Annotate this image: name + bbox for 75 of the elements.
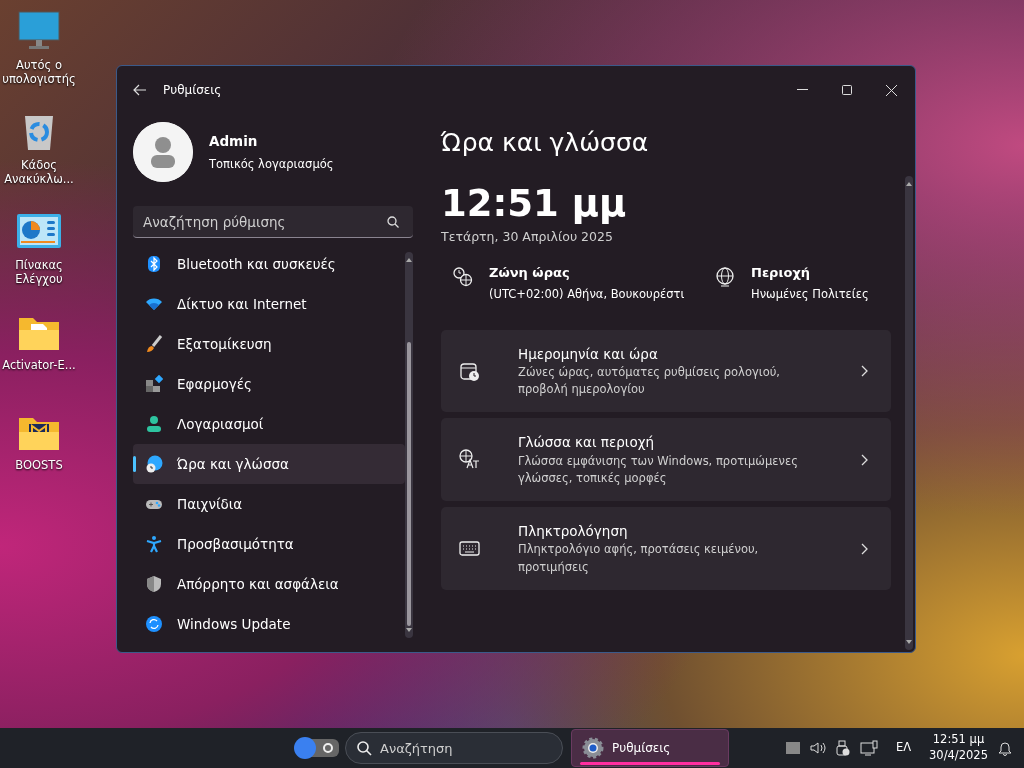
desktop-icon-label[interactable]: Κάδος Ανακύκλω...: [0, 158, 78, 187]
window-title: Ρυθμίσεις: [163, 82, 222, 99]
nav-item[interactable]: Προσβασιμότητα: [133, 524, 405, 564]
settings-card[interactable]: Ημερομηνία και ώρα Ζώνες ώρας, αυτόματες ρυθμίσεις ρολογιού, προβολή ημερολογίου: [441, 329, 891, 413]
account-type: Τοπικός λογαριασμός: [209, 155, 334, 173]
card-description: Γλώσσα εμφάνισης των Windows, προτιμώμενες γλώσσες, τοπικές μορφές: [518, 452, 799, 487]
page-title: Ώρα και γλώσσα: [441, 127, 650, 159]
clock-globe-icon: [453, 266, 473, 287]
calendar-clock-icon: [459, 360, 480, 382]
search-field[interactable]: Αναζήτηση ρύθμισης: [133, 206, 413, 238]
person-icon: [145, 415, 163, 433]
settings-card[interactable]: Γλώσσα και περιοχή Γλώσσα εμφάνισης των Windows, προτιμώμενες γλώσσες, τοπικές μορφές: [441, 418, 891, 502]
nav-item[interactable]: Windows Update: [133, 604, 405, 644]
clock-date[interactable]: 30/4/2025: [929, 748, 988, 764]
chevron-right-icon: [861, 453, 869, 466]
nav-item[interactable]: Παιχνίδια: [133, 484, 405, 524]
user-name: Admin: [209, 132, 259, 152]
nav-item[interactable]: Δίκτυο και Internet: [133, 284, 405, 324]
accessibility-icon: [145, 535, 163, 553]
nav-item[interactable]: Bluetooth και συσκευές: [133, 244, 405, 284]
paintbrush-icon: [145, 335, 163, 353]
speaker-icon[interactable]: [809, 741, 826, 755]
settings-card[interactable]: Πληκτρολόγηση Πληκτρολόγιο αφής, προτάσεις κειμένου, προτιμήσεις: [441, 507, 891, 590]
current-date: Τετάρτη, 30 Απριλίου 2025: [441, 228, 614, 247]
desktop-icon-label[interactable]: BOOSTS: [15, 458, 63, 473]
nav-item[interactable]: Λογαριασμοί: [133, 404, 405, 444]
desktop-icon-label[interactable]: Αυτός ο υπολογιστής: [0, 58, 78, 87]
chevron-right-icon: [861, 365, 869, 378]
vm-tray-icon[interactable]: [785, 742, 800, 754]
scroll-up-icon[interactable]: [405, 256, 413, 264]
apps-icon: [145, 375, 163, 393]
info-value: Ηνωμένες Πολιτείες: [751, 286, 869, 304]
card-title: Πληκτρολόγηση: [518, 522, 629, 542]
clock-time[interactable]: 12:51 μμ: [929, 732, 988, 748]
network-icon[interactable]: [859, 740, 878, 756]
current-time: 12:51 μμ: [441, 183, 628, 225]
scrollbar[interactable]: [905, 176, 913, 650]
scrollbar[interactable]: [405, 252, 413, 638]
close-icon[interactable]: [886, 84, 897, 96]
input-language[interactable]: ΕΛ: [895, 740, 912, 756]
search-icon: [357, 741, 372, 756]
info-title: Περιοχή: [751, 263, 812, 282]
info-value: (UTC+02:00) Αθήνα, Βουκουρέστι: [489, 286, 685, 304]
card-description: Πληκτρολόγιο αφής, προτάσεις κειμένου, προτιμήσεις: [518, 541, 760, 576]
search-icon: [387, 216, 399, 228]
desktop-icon-label[interactable]: Activator-E...: [2, 358, 76, 373]
bell-icon[interactable]: [998, 740, 1012, 756]
scroll-down-icon[interactable]: [905, 638, 913, 646]
avatar-icon[interactable]: [133, 122, 193, 182]
nav-item[interactable]: Ώρα και γλώσσα: [133, 444, 405, 484]
shield-icon: [145, 575, 163, 593]
globe-clock-icon: [145, 455, 163, 473]
sync-icon: [145, 615, 163, 633]
language-icon: [459, 449, 480, 471]
taskbar-app-button[interactable]: Ρυθμίσεις: [571, 729, 729, 767]
bluetooth-icon: [145, 255, 163, 273]
card-title: Ημερομηνία και ώρα: [518, 344, 659, 364]
scroll-up-icon[interactable]: [905, 180, 913, 188]
scroll-down-icon[interactable]: [405, 626, 413, 634]
globe-icon: [715, 266, 735, 287]
nav-item[interactable]: Εξατομίκευση: [133, 324, 405, 364]
maximize-icon[interactable]: [842, 85, 852, 95]
minimize-icon[interactable]: [797, 89, 808, 91]
gear-icon: [582, 737, 604, 759]
back-arrow-icon[interactable]: [133, 84, 147, 96]
chevron-right-icon: [861, 542, 869, 555]
widget-toggle-icon[interactable]: [293, 736, 341, 760]
card-description: Ζώνες ώρας, αυτόματες ρυθμίσεις ρολογιού, προβολή ημερολογίου: [518, 363, 781, 399]
nav-item[interactable]: Απόρρητο και ασφάλεια: [133, 564, 405, 604]
nav-item[interactable]: Εφαρμογές: [133, 364, 405, 404]
desktop-icon-label[interactable]: Πίνακας Ελέγχου: [0, 258, 78, 287]
taskbar-search-field[interactable]: Αναζήτηση: [345, 732, 563, 764]
card-title: Γλώσσα και περιοχή: [518, 433, 655, 453]
info-title: Ζώνη ώρας: [489, 263, 571, 282]
usb-lock-icon[interactable]: [835, 740, 850, 756]
